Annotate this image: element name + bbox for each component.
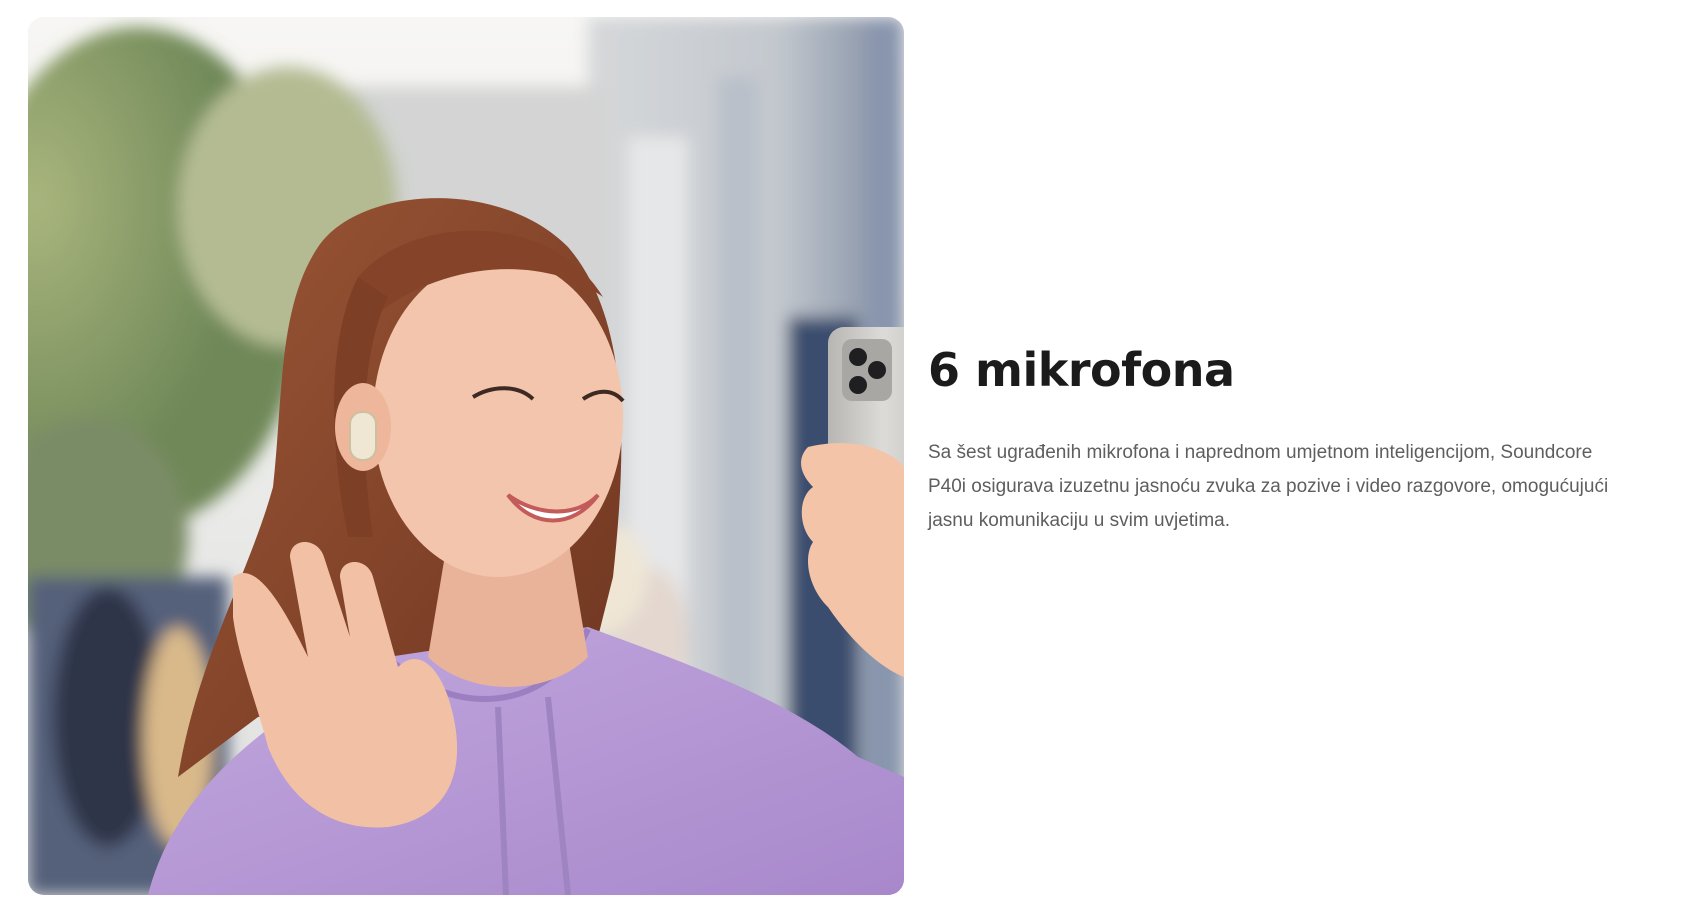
feature-section: 6 mikrofona Sa šest ugrađenih mikrofona … — [0, 0, 1690, 917]
feature-text: 6 mikrofona Sa šest ugrađenih mikrofona … — [928, 340, 1648, 538]
feature-title: 6 mikrofona — [928, 343, 1235, 397]
feature-description: Sa šest ugrađenih mikrofona i naprednom … — [928, 442, 1609, 531]
feature-photo — [28, 17, 904, 895]
woman-video-call-illustration — [28, 17, 904, 895]
